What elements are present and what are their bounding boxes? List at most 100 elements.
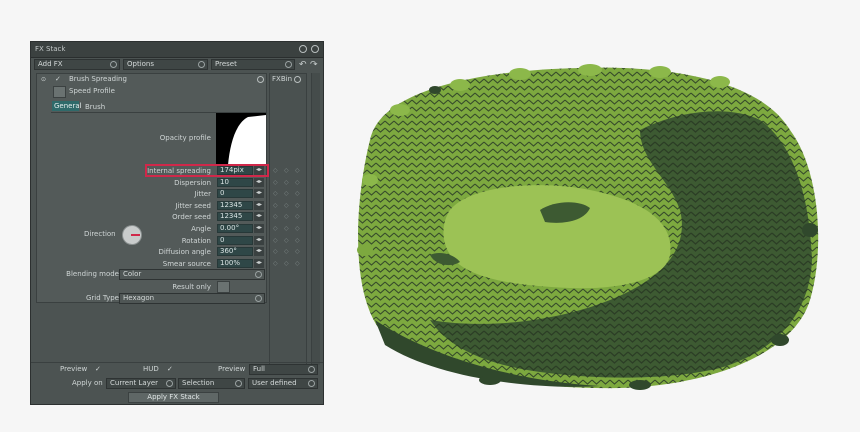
apply-fx-stack-button[interactable]: Apply FX Stack [128, 392, 219, 403]
chevron-down-icon [255, 271, 262, 278]
curve-icon[interactable]: ◇ [284, 237, 289, 244]
preview-mode-dropdown[interactable]: Full [249, 364, 318, 375]
link-icon[interactable]: ◇ [273, 179, 278, 186]
current-layer-dropdown[interactable]: Current Layer [106, 378, 176, 389]
link-icon[interactable]: ◇ [273, 167, 278, 174]
param-label: Rotation [181, 237, 211, 245]
direction-dial[interactable] [122, 225, 142, 245]
curve-icon[interactable]: ◇ [284, 213, 289, 220]
grid-type-label: Grid Type [86, 294, 119, 302]
window-title: FX Stack [35, 45, 66, 53]
link-icon[interactable]: ◇ [273, 248, 278, 255]
param-label: Smear source [162, 260, 211, 268]
footer-divider [31, 362, 323, 363]
add-fx-dropdown[interactable]: Add FX [34, 59, 120, 70]
minimize-icon[interactable] [299, 45, 307, 53]
keyframe-icon[interactable]: ◇ [295, 225, 300, 232]
keyframe-icon[interactable]: ◇ [295, 260, 300, 267]
param-spinner[interactable]: ◂▸ [254, 178, 264, 187]
link-icon[interactable]: ◇ [273, 225, 278, 232]
fx-stack-panel: FX Stack Add FX Options Preset ↶ ↷ ⊙ ✓ B… [30, 41, 324, 405]
link-icon[interactable]: ◇ [273, 260, 278, 267]
fxbin-options-icon[interactable] [294, 76, 301, 83]
redo-icon[interactable]: ↷ [310, 60, 318, 70]
selection-dropdown[interactable]: Selection [178, 378, 245, 389]
param-label: Diffusion angle [158, 248, 211, 256]
param-spinner[interactable]: ◂▸ [254, 201, 264, 210]
keyframe-icon[interactable]: ◇ [295, 237, 300, 244]
link-icon[interactable]: ◇ [273, 190, 278, 197]
keyframe-icon[interactable]: ◇ [295, 190, 300, 197]
param-label: Order seed [172, 213, 211, 221]
param-value-field[interactable]: 10 [217, 178, 253, 187]
check-icon[interactable]: ✓ [55, 75, 61, 83]
curve-icon[interactable]: ◇ [284, 260, 289, 267]
keyframe-icon[interactable]: ◇ [295, 202, 300, 209]
speed-profile-label: Speed Profile [69, 87, 115, 95]
layer-options-icon[interactable] [257, 76, 264, 83]
speed-profile-thumbnail[interactable] [53, 86, 66, 98]
param-label: Internal spreading [147, 167, 211, 175]
hud-check-icon[interactable]: ✓ [167, 365, 173, 373]
param-value-field[interactable]: 0 [217, 236, 253, 245]
result-only-checkbox[interactable] [217, 281, 230, 293]
param-value-field[interactable]: 174pix [217, 166, 253, 175]
param-spinner[interactable]: ◂▸ [254, 166, 264, 175]
chevron-down-icon [308, 366, 315, 373]
close-icon[interactable] [311, 45, 319, 53]
param-value-field[interactable]: 12345 [217, 212, 253, 221]
param-spinner[interactable]: ◂▸ [254, 247, 264, 256]
param-spinner[interactable]: ◂▸ [254, 236, 264, 245]
chevron-down-icon [308, 380, 315, 387]
param-spinner[interactable]: ◂▸ [254, 224, 264, 233]
curve-icon[interactable]: ◇ [284, 225, 289, 232]
scrollbar[interactable] [311, 73, 320, 365]
blending-mode-label: Blending mode [66, 270, 119, 278]
curve-icon[interactable]: ◇ [284, 248, 289, 255]
param-value-field[interactable]: 100% [217, 259, 253, 268]
grid-type-dropdown[interactable]: Hexagon [119, 293, 265, 304]
param-spinner[interactable]: ◂▸ [254, 212, 264, 221]
keyframe-icon[interactable]: ◇ [295, 167, 300, 174]
options-label: Options [127, 60, 155, 68]
tab-brush[interactable]: Brush [85, 103, 105, 111]
chevron-down-icon [285, 61, 292, 68]
green-bush-artwork [357, 64, 819, 390]
param-spinner[interactable]: ◂▸ [254, 259, 264, 268]
blending-mode-value: Color [123, 270, 142, 278]
link-icon[interactable]: ◇ [273, 202, 278, 209]
curve-icon[interactable]: ◇ [284, 179, 289, 186]
keyframe-icon[interactable]: ◇ [295, 213, 300, 220]
param-spinner[interactable]: ◂▸ [254, 189, 264, 198]
expand-icon[interactable]: ⊙ [41, 76, 46, 83]
preview-check-icon[interactable]: ✓ [95, 365, 101, 373]
grid-type-value: Hexagon [123, 294, 155, 302]
link-icon[interactable]: ◇ [273, 237, 278, 244]
chevron-down-icon [235, 380, 242, 387]
undo-icon[interactable]: ↶ [299, 60, 307, 70]
keyframe-icon[interactable]: ◇ [295, 248, 300, 255]
chevron-down-icon [198, 61, 205, 68]
chevron-down-icon [166, 380, 173, 387]
curve-icon[interactable]: ◇ [284, 167, 289, 174]
param-value-field[interactable]: 12345 [217, 201, 253, 210]
blending-mode-dropdown[interactable]: Color [119, 269, 265, 280]
options-dropdown[interactable]: Options [123, 59, 208, 70]
param-value-field[interactable]: 0.00° [217, 224, 253, 233]
opacity-profile-curve[interactable] [216, 113, 266, 165]
curve-icon[interactable]: ◇ [284, 202, 289, 209]
link-icon[interactable]: ◇ [273, 213, 278, 220]
param-value-field[interactable]: 0 [217, 189, 253, 198]
preset-label: Preset [215, 60, 237, 68]
param-value-field[interactable]: 360° [217, 247, 253, 256]
title-bar: FX Stack [31, 42, 323, 58]
preview-label: Preview [60, 365, 88, 373]
user-defined-dropdown[interactable]: User defined [248, 378, 318, 389]
curve-icon[interactable]: ◇ [284, 190, 289, 197]
preset-dropdown[interactable]: Preset [211, 59, 295, 70]
layer-name: Brush Spreading [69, 75, 127, 83]
current-layer-value: Current Layer [110, 379, 159, 387]
apply-fx-stack-label: Apply FX Stack [147, 393, 200, 401]
keyframe-icon[interactable]: ◇ [295, 179, 300, 186]
hud-label: HUD [143, 365, 159, 373]
